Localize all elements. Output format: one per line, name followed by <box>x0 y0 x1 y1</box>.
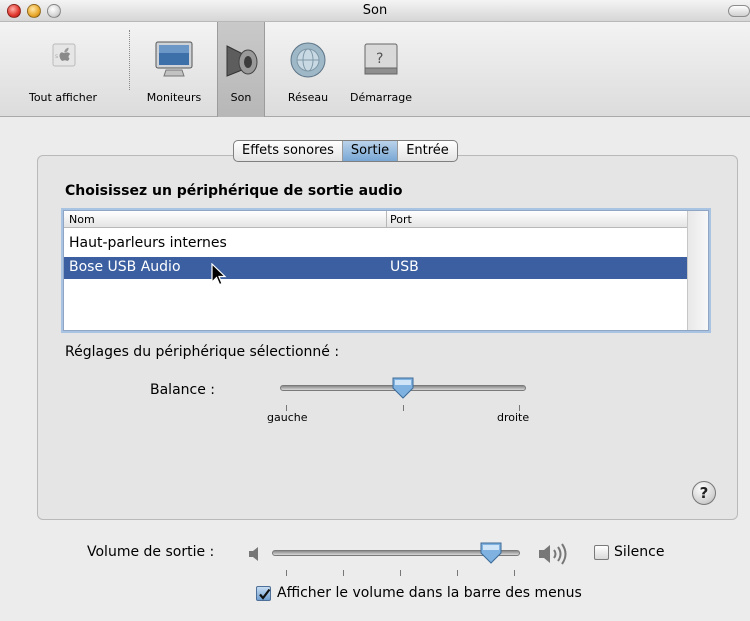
svg-text:?: ? <box>376 51 383 67</box>
volume-low-icon <box>249 547 258 561</box>
toolbar-network-label: Réseau <box>287 91 329 104</box>
volume-tick <box>343 570 344 576</box>
output-device-table: Nom Port Haut-parleurs internes Bose USB… <box>63 210 709 331</box>
apple-icon: s <box>52 43 76 67</box>
volume-tick <box>286 570 287 576</box>
table-scrollbar[interactable] <box>687 211 708 330</box>
table-row[interactable]: Haut-parleurs internes <box>64 233 688 255</box>
balance-right-label: droite <box>497 411 530 424</box>
balance-label: Balance : <box>150 382 216 398</box>
volume-slider-thumb[interactable] <box>479 541 503 565</box>
title-bar: Son <box>0 0 750 22</box>
device-settings-heading: Réglages du périphérique sélectionné : <box>65 344 340 360</box>
tab-output[interactable]: Sortie <box>342 141 399 161</box>
svg-text:s: s <box>55 53 58 60</box>
column-header-port[interactable]: Port <box>390 213 412 226</box>
column-divider <box>386 211 387 228</box>
mute-label: Silence <box>614 544 665 560</box>
table-header: Nom Port <box>64 211 688 228</box>
toolbar-sound-label: Son <box>230 91 252 104</box>
table-row-selected[interactable]: Bose USB Audio USB <box>64 257 688 279</box>
row-name: Haut-parleurs internes <box>69 235 227 251</box>
output-device-heading: Choisissez un périphérique de sortie aud… <box>65 183 403 199</box>
toolbar-startup-label: Démarrage <box>349 91 413 104</box>
toolbar-toggle-button[interactable] <box>728 5 750 17</box>
show-volume-in-menu-label: Afficher le volume dans la barre des men… <box>277 585 582 601</box>
toolbar-show-all-label: Tout afficher <box>28 91 98 104</box>
toolbar: s Tout afficher Moniteurs Son Réseau ? D… <box>0 22 750 117</box>
row-name: Bose USB Audio <box>69 259 181 275</box>
toolbar-show-all[interactable]: s Tout afficher <box>0 22 126 117</box>
balance-tick <box>403 405 404 411</box>
tab-sound-effects[interactable]: Effets sonores <box>234 141 343 161</box>
volume-high-icon <box>539 543 567 565</box>
output-volume-label: Volume de sortie : <box>87 544 215 560</box>
toolbar-displays[interactable]: Moniteurs <box>133 22 215 117</box>
row-port: USB <box>390 259 419 275</box>
toolbar-network[interactable]: Réseau <box>276 22 340 117</box>
mouse-pointer-icon <box>211 263 227 286</box>
help-button[interactable]: ? <box>692 481 716 505</box>
checkmark-icon <box>259 588 271 600</box>
toolbar-separator <box>129 30 130 90</box>
mute-checkbox[interactable] <box>594 545 609 560</box>
toolbar-sound[interactable]: Son <box>217 22 265 117</box>
window-title: Son <box>362 3 388 18</box>
volume-tick <box>514 570 515 576</box>
balance-slider-thumb[interactable] <box>391 376 415 400</box>
balance-left-label: gauche <box>267 411 308 424</box>
volume-tick <box>400 570 401 576</box>
toolbar-startup[interactable]: ? Démarrage <box>338 22 424 117</box>
tab-input[interactable]: Entrée <box>398 141 457 161</box>
toolbar-displays-label: Moniteurs <box>146 91 202 104</box>
hard-drive-icon: ? <box>364 43 398 75</box>
volume-tick <box>457 570 458 576</box>
tab-bar: Effets sonores Sortie Entrée <box>233 140 458 162</box>
column-header-name[interactable]: Nom <box>69 213 95 226</box>
show-volume-in-menu-checkbox[interactable] <box>256 586 271 601</box>
monitor-icon <box>155 41 193 77</box>
globe-icon <box>290 42 326 78</box>
speaker-icon <box>226 45 258 77</box>
